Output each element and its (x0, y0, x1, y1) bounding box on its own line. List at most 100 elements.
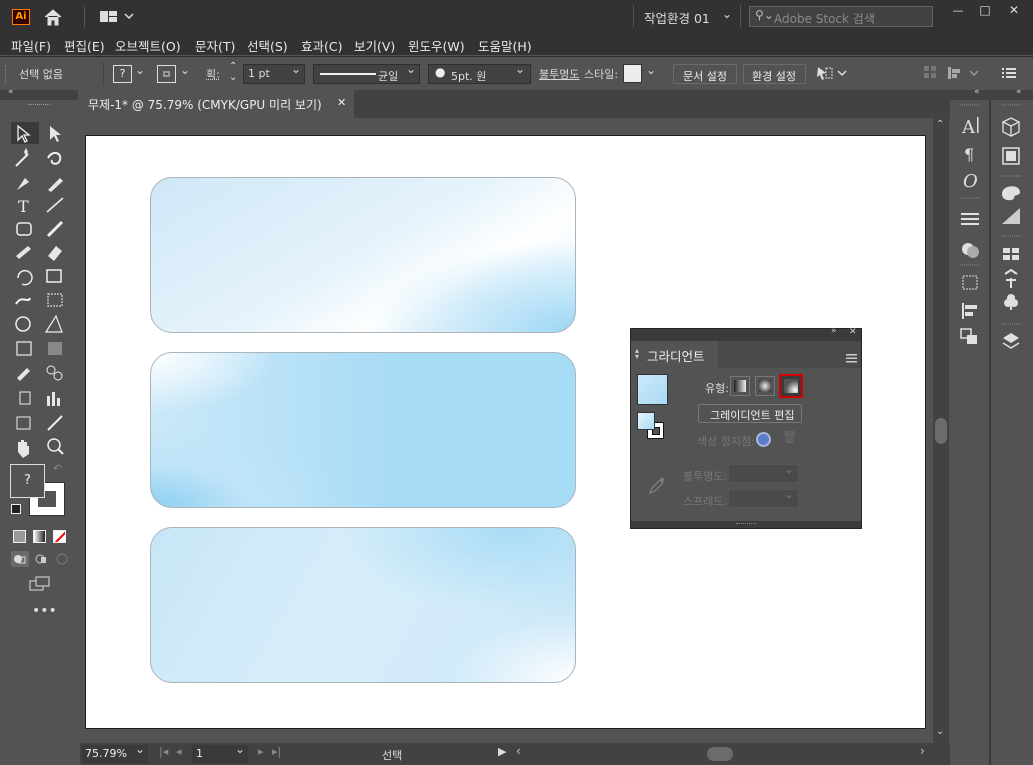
stepper-icon[interactable]: ⌃ ⌄ (229, 61, 237, 83)
gradient-rectangle-2[interactable] (150, 352, 576, 508)
transparency-panel-icon[interactable] (958, 238, 982, 262)
chevron-down-icon[interactable]: ⌄ (135, 63, 145, 77)
scroll-down-icon[interactable]: ⌄ (936, 726, 944, 737)
maximize-button[interactable]: □ (974, 3, 996, 21)
close-tab-icon[interactable]: ✕ (337, 96, 346, 109)
brush-dropdown[interactable]: ● 5pt. 원 ⌄ (428, 62, 531, 84)
color-panel-icon[interactable] (999, 182, 1023, 206)
swatches-panel-icon[interactable] (999, 245, 1023, 269)
collapse-icon[interactable]: « (8, 87, 14, 97)
radial-gradient-button[interactable] (755, 376, 775, 396)
gradient-rectangle-1[interactable] (150, 177, 576, 333)
scroll-right-icon[interactable]: › (920, 744, 925, 758)
align-panel-icon[interactable] (958, 304, 982, 328)
chevron-down-icon[interactable]: ⌄ (180, 63, 190, 77)
home-icon[interactable] (43, 8, 63, 26)
eyedropper-icon[interactable] (648, 475, 666, 495)
gradient-mode-icon[interactable] (33, 530, 46, 543)
pathfinder-panel-icon[interactable] (958, 330, 982, 354)
page-value: 1 (196, 747, 203, 760)
gradient-preview-swatch[interactable] (637, 374, 668, 405)
fill-color-box[interactable]: ? (10, 464, 45, 498)
scroll-thumb[interactable] (935, 418, 947, 444)
arrange-icon[interactable] (948, 65, 984, 83)
gradient-rectangle-3[interactable] (150, 527, 576, 683)
menu-file[interactable]: 파일(F) (11, 36, 51, 55)
stock-search-field[interactable]: ⚲⌄ Adobe Stock 검색 (749, 6, 933, 27)
workspace-switcher[interactable]: 작업환경 01 ⌄ (633, 5, 741, 27)
scroll-up-icon[interactable]: ⌃ (936, 119, 944, 130)
type-label: 유형: (705, 382, 729, 395)
more-tools-icon[interactable]: ••• (32, 603, 57, 619)
vertical-scrollbar[interactable]: ⌃ ⌄ (933, 118, 949, 743)
menu-select[interactable]: 선택(S) (247, 36, 288, 55)
opacity-label[interactable]: 불투명도 (539, 66, 579, 82)
panel-menu-icon[interactable] (1002, 67, 1016, 79)
menu-window[interactable]: 윈도우(W) (408, 36, 465, 55)
transform-panel-icon[interactable] (958, 278, 982, 302)
delete-stop-icon[interactable]: 🗑 (782, 430, 797, 444)
scroll-left-icon[interactable]: ‹ (516, 744, 521, 758)
swap-colors-icon[interactable]: ↶ (53, 462, 62, 475)
style-swatch[interactable] (623, 64, 642, 83)
dock-collapse-icon-2[interactable]: « (1016, 87, 1022, 97)
close-button[interactable]: ✕ (1003, 3, 1025, 21)
menu-help[interactable]: 도움말(H) (478, 36, 532, 55)
search-icon: ⚲⌄ (755, 8, 774, 22)
first-page-icon[interactable]: |◂ (159, 745, 168, 758)
align-icon[interactable] (924, 66, 938, 80)
color-stop-indicator[interactable] (756, 432, 771, 447)
gradient-panel-tab[interactable]: ▴ ▾ 그라디언트 (631, 341, 718, 368)
menu-type[interactable]: 문자(T) (195, 36, 235, 55)
menu-view[interactable]: 보기(V) (354, 36, 395, 55)
close-panel-icon[interactable]: ✕ (849, 327, 857, 337)
stroke-panel-icon[interactable] (958, 210, 982, 234)
3d-panel-icon[interactable] (999, 114, 1023, 138)
last-page-icon[interactable]: ▸| (272, 745, 281, 758)
draw-behind-icon[interactable] (32, 551, 50, 567)
panel-resize-grip[interactable] (631, 521, 861, 528)
stroke-profile-dropdown[interactable]: 균일 ⌄ (313, 62, 420, 84)
menu-edit[interactable]: 편집(E) (64, 36, 105, 55)
screen-mode-icon[interactable] (29, 576, 51, 592)
edit-gradient-label: 그레이디언트 편집 (710, 409, 795, 422)
document-tab[interactable]: 무제-1* @ 75.79% (CMYK/GPU 미리 보기) ✕ (80, 90, 354, 118)
document-setup-button[interactable]: 문서 설정 (673, 64, 737, 84)
fill-stroke-indicator[interactable] (637, 412, 666, 440)
freeform-gradient-button[interactable] (779, 374, 803, 398)
libraries-panel-icon[interactable] (999, 144, 1023, 168)
paragraph-panel-icon[interactable] (958, 142, 982, 166)
symbols-panel-icon[interactable] (999, 297, 1023, 321)
character-panel-icon[interactable] (958, 114, 982, 138)
minimize-button[interactable]: — (945, 4, 971, 22)
none-mode-icon[interactable] (53, 530, 66, 543)
arrange-documents-icon[interactable] (100, 10, 138, 24)
stroke-swatch[interactable] (157, 65, 176, 83)
fill-swatch[interactable]: ? (113, 65, 132, 83)
panel-options-icon[interactable] (846, 352, 857, 363)
color-guide-panel-icon[interactable] (999, 208, 1023, 232)
draw-inside-icon[interactable] (53, 551, 71, 567)
layers-panel-icon[interactable] (999, 333, 1023, 357)
preferences-button[interactable]: 환경 설정 (743, 64, 806, 84)
opentype-panel-icon[interactable] (958, 170, 982, 194)
linear-gradient-button[interactable] (730, 376, 750, 396)
horizontal-scroll-thumb[interactable] (707, 747, 733, 761)
collapse-panel-icon[interactable]: » (831, 326, 837, 336)
draw-normal-icon[interactable] (11, 551, 29, 567)
chevron-down-icon[interactable]: ⌄ (646, 63, 656, 77)
prev-page-icon[interactable]: ◂ (176, 745, 182, 758)
edit-gradient-button[interactable]: 그레이디언트 편집 (698, 404, 802, 423)
page-dropdown[interactable]: 1 ⌄ (192, 742, 248, 763)
brushes-panel-icon[interactable] (999, 271, 1023, 295)
next-page-icon[interactable]: ▸ (258, 745, 264, 758)
transform-icon[interactable] (816, 65, 850, 83)
menu-object[interactable]: 오브젝트(O) (115, 36, 181, 55)
default-colors-icon[interactable] (11, 504, 21, 514)
zoom-dropdown[interactable]: 75.79% ⌄ (82, 742, 148, 763)
status-menu-icon[interactable]: ▶ (498, 745, 506, 758)
menu-effect[interactable]: 효과(C) (301, 36, 342, 55)
dock-collapse-icon-1[interactable]: « (974, 87, 980, 97)
stroke-weight-dropdown[interactable]: 1 pt ⌄ (243, 62, 305, 84)
color-mode-icon[interactable] (13, 530, 26, 543)
